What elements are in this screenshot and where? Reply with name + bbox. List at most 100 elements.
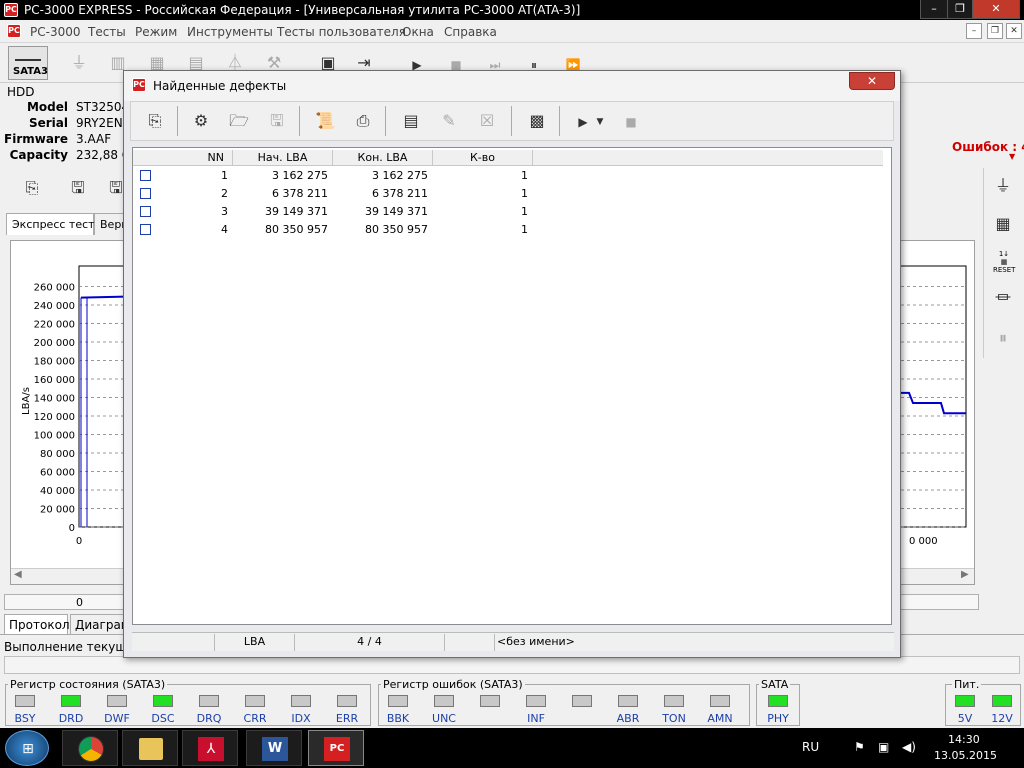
folder-icon bbox=[139, 738, 163, 760]
edit-icon[interactable]: ✎ bbox=[437, 109, 461, 133]
status-name: <без имени> bbox=[494, 634, 892, 651]
menu-tools[interactable]: Инструменты bbox=[187, 25, 273, 39]
start-button[interactable]: ⊞ bbox=[5, 730, 49, 766]
power-group: Пит. 5V 12V bbox=[945, 678, 1021, 726]
delete-list-icon[interactable]: ☒ bbox=[475, 109, 499, 133]
mdi-restore-button[interactable]: ❐ bbox=[987, 23, 1003, 39]
notepad-icon[interactable]: ▤ bbox=[399, 109, 423, 133]
jumper-icon[interactable]: ⏛ bbox=[991, 286, 1015, 310]
status-line: Выполнение текущег bbox=[4, 640, 141, 654]
column-count[interactable]: К-во bbox=[433, 150, 533, 166]
scroll-right-icon[interactable]: ▶ bbox=[961, 569, 969, 580]
stop-run-icon[interactable]: ■ bbox=[619, 110, 643, 134]
tab-express-test[interactable]: Экспресс тест bbox=[6, 213, 95, 235]
unc-led bbox=[434, 695, 454, 707]
inf-led bbox=[526, 695, 546, 707]
table-row[interactable]: 4 80 350 957 80 350 957 1 bbox=[133, 221, 893, 239]
menu-windows[interactable]: Окна bbox=[402, 25, 434, 39]
import-defects-icon[interactable]: ⎘ bbox=[143, 109, 167, 133]
bsy-led bbox=[15, 695, 35, 707]
script-icon[interactable]: 📜 bbox=[313, 109, 337, 133]
table-row[interactable]: 1 3 162 275 3 162 275 1 bbox=[133, 167, 893, 185]
clock-date[interactable]: 13.05.2015 bbox=[934, 749, 997, 762]
column-end-lba[interactable]: Кон. LBA bbox=[333, 150, 433, 166]
settings-icon[interactable]: ⚙ bbox=[189, 109, 213, 133]
tab-protocol[interactable]: Протокол bbox=[4, 614, 70, 634]
save-log-icon[interactable]: 🖫 bbox=[66, 176, 90, 200]
tab-verify[interactable]: Вери bbox=[94, 213, 128, 235]
board-icon[interactable]: ▦ bbox=[991, 212, 1015, 236]
crr-label: CRR bbox=[243, 712, 267, 725]
print-icon[interactable]: ⎙ bbox=[351, 109, 375, 133]
power-title: Пит. bbox=[952, 678, 982, 691]
reset-icon[interactable]: 1↓ ▦ RESET bbox=[993, 250, 1015, 276]
idx-label: IDX bbox=[291, 712, 311, 725]
taskbar-pc3000[interactable]: PC bbox=[308, 730, 364, 766]
run-icon[interactable]: ▶ bbox=[571, 110, 595, 134]
menu-tests[interactable]: Тесты bbox=[88, 25, 126, 39]
taskbar-chrome[interactable] bbox=[62, 730, 118, 766]
taskbar-word[interactable]: W bbox=[246, 730, 302, 766]
dialog-close-button[interactable]: ✕ bbox=[849, 72, 895, 90]
error-dropdown-icon[interactable]: ▼ bbox=[1009, 152, 1015, 161]
cell-start-lba: 6 378 211 bbox=[272, 187, 328, 200]
menu-mode[interactable]: Режим bbox=[135, 25, 177, 39]
tape-icon[interactable]: ▩ bbox=[525, 109, 549, 133]
cell-nn: 1 bbox=[221, 169, 228, 182]
table-row[interactable]: 3 39 149 371 39 149 371 1 bbox=[133, 203, 893, 221]
scroll-left-icon[interactable]: ◀ bbox=[14, 569, 22, 580]
cell-nn: 2 bbox=[221, 187, 228, 200]
tray-flag-icon[interactable]: ⚑ bbox=[854, 740, 865, 754]
taskbar-acrobat[interactable]: ⅄ bbox=[182, 730, 238, 766]
close-button[interactable]: ✕ bbox=[972, 0, 1020, 19]
dwf-led bbox=[107, 695, 127, 707]
firmware-value: 3.AAF bbox=[76, 132, 112, 146]
cell-start-lba: 80 350 957 bbox=[265, 223, 328, 236]
menu-pc3000[interactable]: PC-3000 bbox=[30, 25, 80, 39]
open-folder-icon[interactable]: 🗁 bbox=[227, 109, 251, 133]
x-tick-label-right: 0 000 bbox=[909, 536, 938, 547]
defects-icon[interactable]: ⎘ bbox=[20, 176, 44, 200]
sata-title: SATA bbox=[759, 678, 791, 691]
serial-label: Serial bbox=[28, 116, 68, 130]
cell-count: 1 bbox=[521, 187, 528, 200]
menu-user-tests[interactable]: Тесты пользователя bbox=[277, 25, 406, 39]
dsc-led bbox=[153, 695, 173, 707]
y-tick-label: 220 000 bbox=[34, 320, 75, 331]
tab-diagram[interactable]: Диаграм bbox=[70, 614, 130, 634]
power-icon[interactable]: ⏚ bbox=[67, 51, 91, 75]
sata-port-button[interactable]: SATA3 bbox=[8, 46, 48, 80]
tray-volume-icon[interactable]: ◀) bbox=[902, 740, 916, 754]
media-icon[interactable]: ⏚ bbox=[991, 174, 1015, 198]
language-indicator[interactable]: RU bbox=[802, 740, 819, 754]
mdi-minimize-button[interactable]: – bbox=[966, 23, 982, 39]
minimize-button[interactable]: – bbox=[920, 0, 948, 19]
status-blank bbox=[444, 634, 494, 651]
table-row[interactable]: 2 6 378 211 6 378 211 1 bbox=[133, 185, 893, 203]
bsy-label: BSY bbox=[14, 712, 36, 725]
log-box bbox=[4, 656, 1020, 674]
column-start-lba[interactable]: Нач. LBA bbox=[233, 150, 333, 166]
series-line-left bbox=[80, 295, 125, 299]
save-disk-icon[interactable]: 🖫 bbox=[265, 109, 289, 133]
column-nn[interactable]: NN bbox=[133, 150, 233, 166]
sata-label: SATA3 bbox=[13, 66, 48, 77]
y-tick-label: 80 000 bbox=[40, 449, 75, 460]
clock-time[interactable]: 14:30 bbox=[948, 733, 980, 746]
y-tick-label: 260 000 bbox=[34, 283, 75, 294]
taskbar: ⊞ ⅄ W PC RU ⚑ ▣ ◀) 14:30 13.05.2015 bbox=[0, 728, 1024, 768]
pause-sidebar-icon[interactable]: ⏸ bbox=[991, 326, 1015, 350]
menu-help[interactable]: Справка bbox=[444, 25, 497, 39]
tray-network-icon[interactable]: ▣ bbox=[878, 740, 889, 754]
mdi-app-icon[interactable]: PC bbox=[7, 24, 21, 38]
cell-count: 1 bbox=[521, 169, 528, 182]
run-dropdown-icon[interactable]: ▼ bbox=[593, 110, 607, 134]
sata-group: SATA PHY bbox=[756, 678, 800, 726]
sata-connector-icon bbox=[15, 49, 41, 61]
maximize-button[interactable]: ❐ bbox=[947, 0, 973, 19]
dsc-label: DSC bbox=[151, 712, 175, 725]
err-label: ERR bbox=[335, 712, 359, 725]
drq-led bbox=[199, 695, 219, 707]
mdi-close-button[interactable]: ✕ bbox=[1006, 23, 1022, 39]
taskbar-explorer[interactable] bbox=[122, 730, 178, 766]
